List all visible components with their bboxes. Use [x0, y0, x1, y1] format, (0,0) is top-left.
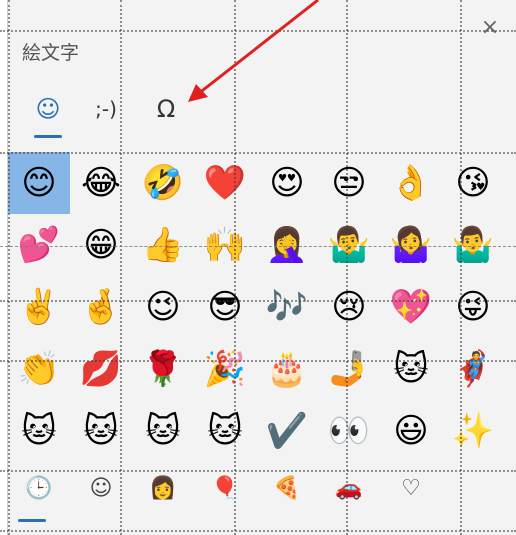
person-icon: 👩	[149, 476, 177, 501]
emoji-cell[interactable]: 🤷‍♂️	[318, 214, 380, 276]
active-tab-indicator	[34, 135, 62, 138]
emoji-cell[interactable]: 🤦‍♀️	[256, 214, 318, 276]
pizza-icon: 🍕	[273, 476, 301, 501]
emoji-cell[interactable]: 😍	[256, 152, 318, 214]
emoji-cell[interactable]: ✨	[442, 400, 504, 462]
emoji-cell[interactable]: 😁	[70, 214, 132, 276]
emoji-cell[interactable]: 🎶	[256, 276, 318, 338]
panel-title: 絵文字	[22, 42, 80, 64]
guide-line	[460, 0, 462, 535]
emoji-cell[interactable]: 🙌	[194, 214, 256, 276]
emoji-cell[interactable]: 😒	[318, 152, 380, 214]
close-button[interactable]: ×	[478, 16, 502, 40]
tab-celebration[interactable]: 🎈	[194, 468, 256, 530]
emoji-cell[interactable]: ❤️	[194, 152, 256, 214]
kaomoji-icon: ;-)	[95, 97, 117, 121]
emoji-cell[interactable]: 🎂	[256, 338, 318, 400]
guide-line	[0, 470, 516, 472]
emoji-cell[interactable]: 💕	[8, 214, 70, 276]
emoji-cell[interactable]: 👍	[132, 214, 194, 276]
emoji-cell[interactable]: 🌹	[132, 338, 194, 400]
tab-recent[interactable]: 🕒	[8, 468, 70, 530]
emoji-cell[interactable]: 😢	[318, 276, 380, 338]
emoji-panel: 絵文字 × ☺ ;-) Ω 😊 😂 🤣 ❤️ 😍 😒 👌 😘 💕 😁 👍 🙌 🤦…	[8, 0, 516, 535]
emoji-cell[interactable]: 🎉	[194, 338, 256, 400]
emoji-cell[interactable]: ✔️	[256, 400, 318, 462]
emoji-grid: 😊 😂 🤣 ❤️ 😍 😒 👌 😘 💕 😁 👍 🙌 🤦‍♀️ 🤷‍♂️ 🤷‍♀️ …	[8, 152, 516, 462]
guide-line	[234, 0, 236, 535]
bottom-tab-empty	[442, 468, 504, 530]
emoji-cell[interactable]: 😉	[132, 276, 194, 338]
tab-food[interactable]: 🍕	[256, 468, 318, 530]
emoji-cell[interactable]: 😘	[442, 152, 504, 214]
emoji-cell[interactable]: 🐱	[194, 400, 256, 462]
bottom-category-bar: 🕒 ☺ 👩 🎈 🍕 🚗 ♡	[8, 468, 516, 530]
car-icon: 🚗	[335, 476, 363, 501]
emoji-cell[interactable]: 🦸	[442, 338, 504, 400]
guide-line	[8, 0, 10, 535]
emoji-cell[interactable]: 🤣	[132, 152, 194, 214]
heart-icon: ♡	[401, 476, 421, 501]
tab-symbols-heart[interactable]: ♡	[380, 468, 442, 530]
guide-line	[346, 0, 348, 535]
category-tabs: ☺ ;-) Ω	[8, 88, 516, 148]
active-tab-indicator	[18, 519, 46, 522]
emoji-cell[interactable]: 💋	[70, 338, 132, 400]
omega-icon: Ω	[156, 95, 176, 123]
emoji-cell[interactable]: 🤞	[70, 276, 132, 338]
emoji-cell[interactable]: 😜	[442, 276, 504, 338]
emoji-cell[interactable]: 💖	[380, 276, 442, 338]
emoji-cell[interactable]: ✌️	[8, 276, 70, 338]
emoji-cell[interactable]: 😊	[8, 152, 70, 214]
emoji-cell[interactable]: 🐱	[132, 400, 194, 462]
guide-line	[0, 152, 516, 154]
smiley-icon: ☺	[89, 476, 113, 501]
emoji-cell[interactable]: 🤷‍♂️	[442, 214, 504, 276]
smiley-icon: ☺	[35, 95, 61, 123]
emoji-cell[interactable]: 😂	[70, 152, 132, 214]
emoji-cell[interactable]: 🤷‍♀️	[380, 214, 442, 276]
tab-travel[interactable]: 🚗	[318, 468, 380, 530]
guide-line	[120, 0, 122, 535]
tab-smileys[interactable]: ☺	[70, 468, 132, 530]
emoji-cell[interactable]: 😃	[380, 400, 442, 462]
clock-icon: 🕒	[25, 476, 53, 501]
emoji-cell[interactable]: 👌	[380, 152, 442, 214]
guide-line	[0, 300, 516, 302]
emoji-cell[interactable]: 😎	[194, 276, 256, 338]
emoji-cell[interactable]: 👏	[8, 338, 70, 400]
guide-line	[0, 30, 516, 32]
emoji-cell[interactable]: 🐱	[8, 400, 70, 462]
guide-line	[0, 246, 516, 247]
emoji-cell[interactable]: 🐱	[70, 400, 132, 462]
tab-emoji[interactable]: ☺	[26, 88, 70, 148]
guide-line	[0, 530, 516, 532]
guide-line	[0, 360, 516, 362]
tab-people[interactable]: 👩	[132, 468, 194, 530]
emoji-cell[interactable]: 🤳	[318, 338, 380, 400]
emoji-cell[interactable]: 🐱	[380, 338, 442, 400]
tab-symbols[interactable]: Ω	[144, 88, 188, 148]
emoji-cell[interactable]: 👀	[318, 400, 380, 462]
